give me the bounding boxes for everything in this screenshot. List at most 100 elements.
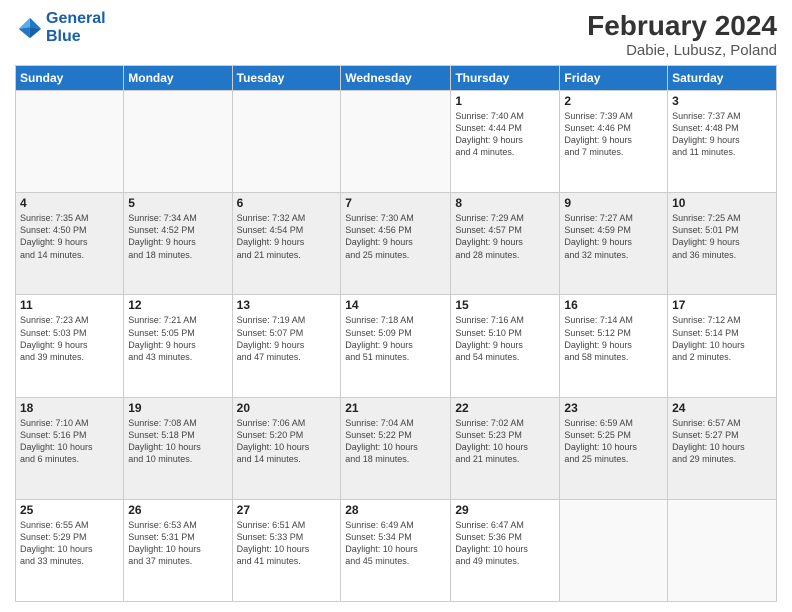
- calendar-cell: 1 Sunrise: 7:40 AM Sunset: 4:44 PM Daylig…: [451, 91, 560, 193]
- calendar-cell: 7 Sunrise: 7:30 AM Sunset: 4:56 PM Daylig…: [341, 193, 451, 295]
- calendar-cell: 12Sunrise: 7:21 AM Sunset: 5:05 PM Dayli…: [124, 295, 232, 397]
- calendar-cell: 29 Sunrise: 6:47 AM Sunset: 5:36 PM Dayli…: [451, 499, 560, 601]
- day-number: 3: [672, 94, 772, 108]
- day-number: 15: [455, 298, 555, 312]
- day-info: Sunrise: 7:30 AM Sunset: 4:56 PM Dayligh…: [345, 212, 446, 261]
- calendar-cell: 11 Sunrise: 7:23 AM Sunset: 5:03 PM Dayli…: [16, 295, 124, 397]
- calendar-table: SundayMondayTuesdayWednesdayThursdayFrid…: [15, 65, 777, 602]
- week-row-1: 1 Sunrise: 7:40 AM Sunset: 4:44 PM Daylig…: [16, 91, 777, 193]
- logo-icon: [15, 14, 43, 42]
- day-info: Sunrise: 7:29 AM Sunset: 4:57 PM Dayligh…: [455, 212, 555, 261]
- weekday-header-friday: Friday: [560, 66, 668, 91]
- calendar-cell: 28 Sunrise: 6:49 AM Sunset: 5:34 PM Dayli…: [341, 499, 451, 601]
- weekday-header-tuesday: Tuesday: [232, 66, 341, 91]
- calendar-cell: 9Sunrise: 7:27 AM Sunset: 4:59 PM Daylig…: [560, 193, 668, 295]
- day-info: Sunrise: 7:06 AM Sunset: 5:20 PM Dayligh…: [237, 417, 337, 466]
- day-info: Sunrise: 7:25 AM Sunset: 5:01 PM Dayligh…: [672, 212, 772, 261]
- calendar-cell: 16 Sunrise: 7:14 AM Sunset: 5:12 PM Dayli…: [560, 295, 668, 397]
- page: General Blue February 2024 Dabie, Lubusz…: [0, 0, 792, 612]
- logo-text-line2: Blue: [46, 28, 106, 46]
- weekday-header-row: SundayMondayTuesdayWednesdayThursdayFrid…: [16, 66, 777, 91]
- day-number: 29: [455, 503, 555, 517]
- day-number: 17: [672, 298, 772, 312]
- day-number: 14: [345, 298, 446, 312]
- day-info: Sunrise: 7:14 AM Sunset: 5:12 PM Dayligh…: [564, 314, 663, 363]
- calendar-cell: 14 Sunrise: 7:18 AM Sunset: 5:09 PM Dayli…: [341, 295, 451, 397]
- calendar-cell: 3 Sunrise: 7:37 AM Sunset: 4:48 PM Daylig…: [668, 91, 777, 193]
- calendar-cell: 18 Sunrise: 7:10 AM Sunset: 5:16 PM Dayli…: [16, 397, 124, 499]
- day-info: Sunrise: 7:02 AM Sunset: 5:23 PM Dayligh…: [455, 417, 555, 466]
- day-number: 10: [672, 196, 772, 210]
- calendar-title: February 2024: [587, 10, 777, 42]
- day-number: 24: [672, 401, 772, 415]
- calendar-cell: 22 Sunrise: 7:02 AM Sunset: 5:23 PM Dayli…: [451, 397, 560, 499]
- day-number: 18: [20, 401, 119, 415]
- day-number: 2: [564, 94, 663, 108]
- day-number: 27: [237, 503, 337, 517]
- calendar-cell: 21 Sunrise: 7:04 AM Sunset: 5:22 PM Dayli…: [341, 397, 451, 499]
- weekday-header-sunday: Sunday: [16, 66, 124, 91]
- calendar-cell: [16, 91, 124, 193]
- calendar-cell: [124, 91, 232, 193]
- day-info: Sunrise: 7:12 AM Sunset: 5:14 PM Dayligh…: [672, 314, 772, 363]
- day-number: 5: [128, 196, 227, 210]
- calendar-cell: 8Sunrise: 7:29 AM Sunset: 4:57 PM Daylig…: [451, 193, 560, 295]
- day-info: Sunrise: 7:19 AM Sunset: 5:07 PM Dayligh…: [237, 314, 337, 363]
- day-info: Sunrise: 6:53 AM Sunset: 5:31 PM Dayligh…: [128, 519, 227, 568]
- day-number: 21: [345, 401, 446, 415]
- calendar-cell: 10 Sunrise: 7:25 AM Sunset: 5:01 PM Dayli…: [668, 193, 777, 295]
- weekday-header-wednesday: Wednesday: [341, 66, 451, 91]
- calendar-cell: [668, 499, 777, 601]
- weekday-header-saturday: Saturday: [668, 66, 777, 91]
- calendar-cell: 26 Sunrise: 6:53 AM Sunset: 5:31 PM Dayli…: [124, 499, 232, 601]
- day-info: Sunrise: 7:23 AM Sunset: 5:03 PM Dayligh…: [20, 314, 119, 363]
- day-number: 22: [455, 401, 555, 415]
- day-number: 4: [20, 196, 119, 210]
- day-info: Sunrise: 7:37 AM Sunset: 4:48 PM Dayligh…: [672, 110, 772, 159]
- day-info: Sunrise: 7:35 AM Sunset: 4:50 PM Dayligh…: [20, 212, 119, 261]
- calendar-subtitle: Dabie, Lubusz, Poland: [587, 42, 777, 59]
- day-info: Sunrise: 6:57 AM Sunset: 5:27 PM Dayligh…: [672, 417, 772, 466]
- day-number: 19: [128, 401, 227, 415]
- day-info: Sunrise: 6:51 AM Sunset: 5:33 PM Dayligh…: [237, 519, 337, 568]
- title-block: February 2024 Dabie, Lubusz, Poland: [587, 10, 777, 59]
- logo-text-line1: General: [46, 10, 106, 28]
- day-info: Sunrise: 6:49 AM Sunset: 5:34 PM Dayligh…: [345, 519, 446, 568]
- day-info: Sunrise: 7:21 AM Sunset: 5:05 PM Dayligh…: [128, 314, 227, 363]
- calendar-cell: 23Sunrise: 6:59 AM Sunset: 5:25 PM Dayli…: [560, 397, 668, 499]
- weekday-header-thursday: Thursday: [451, 66, 560, 91]
- day-info: Sunrise: 7:40 AM Sunset: 4:44 PM Dayligh…: [455, 110, 555, 159]
- day-number: 16: [564, 298, 663, 312]
- day-info: Sunrise: 6:47 AM Sunset: 5:36 PM Dayligh…: [455, 519, 555, 568]
- calendar-cell: 13 Sunrise: 7:19 AM Sunset: 5:07 PM Dayli…: [232, 295, 341, 397]
- day-number: 13: [237, 298, 337, 312]
- calendar-cell: 24 Sunrise: 6:57 AM Sunset: 5:27 PM Dayli…: [668, 397, 777, 499]
- day-info: Sunrise: 7:10 AM Sunset: 5:16 PM Dayligh…: [20, 417, 119, 466]
- calendar-cell: 2Sunrise: 7:39 AM Sunset: 4:46 PM Daylig…: [560, 91, 668, 193]
- day-number: 26: [128, 503, 227, 517]
- day-number: 11: [20, 298, 119, 312]
- calendar-cell: 6Sunrise: 7:32 AM Sunset: 4:54 PM Daylig…: [232, 193, 341, 295]
- day-number: 23: [564, 401, 663, 415]
- weekday-header-monday: Monday: [124, 66, 232, 91]
- day-number: 1: [455, 94, 555, 108]
- calendar-cell: 27 Sunrise: 6:51 AM Sunset: 5:33 PM Dayli…: [232, 499, 341, 601]
- day-info: Sunrise: 6:55 AM Sunset: 5:29 PM Dayligh…: [20, 519, 119, 568]
- calendar-cell: 5Sunrise: 7:34 AM Sunset: 4:52 PM Daylig…: [124, 193, 232, 295]
- day-number: 6: [237, 196, 337, 210]
- day-info: Sunrise: 7:18 AM Sunset: 5:09 PM Dayligh…: [345, 314, 446, 363]
- day-number: 25: [20, 503, 119, 517]
- week-row-3: 11 Sunrise: 7:23 AM Sunset: 5:03 PM Dayli…: [16, 295, 777, 397]
- week-row-2: 4 Sunrise: 7:35 AM Sunset: 4:50 PM Daylig…: [16, 193, 777, 295]
- calendar-cell: 20Sunrise: 7:06 AM Sunset: 5:20 PM Dayli…: [232, 397, 341, 499]
- week-row-4: 18 Sunrise: 7:10 AM Sunset: 5:16 PM Dayli…: [16, 397, 777, 499]
- day-number: 9: [564, 196, 663, 210]
- calendar-cell: [341, 91, 451, 193]
- day-info: Sunrise: 7:04 AM Sunset: 5:22 PM Dayligh…: [345, 417, 446, 466]
- calendar-cell: 4 Sunrise: 7:35 AM Sunset: 4:50 PM Daylig…: [16, 193, 124, 295]
- day-number: 28: [345, 503, 446, 517]
- day-number: 7: [345, 196, 446, 210]
- week-row-5: 25 Sunrise: 6:55 AM Sunset: 5:29 PM Dayli…: [16, 499, 777, 601]
- calendar-cell: [560, 499, 668, 601]
- calendar-cell: 25 Sunrise: 6:55 AM Sunset: 5:29 PM Dayli…: [16, 499, 124, 601]
